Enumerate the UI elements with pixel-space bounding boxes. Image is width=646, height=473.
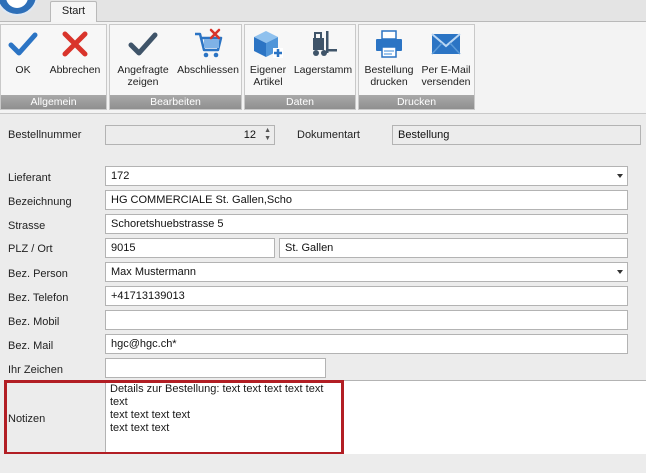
bestellung-drucken-button[interactable]: Bestellung drucken [361,28,417,96]
forklift-icon [307,28,339,60]
ok-button[interactable]: OK [5,28,41,96]
email-versenden-button[interactable]: Per E-Mail versenden [417,28,475,96]
eigener-artikel-button[interactable]: Eigener Artikel [247,28,289,96]
envelope-icon [430,28,462,60]
ribbon-group-allgemein: OK Abbrechen Allgemein [0,24,107,110]
plz-ort-label: PLZ / Ort [8,243,53,255]
lagerstamm-button[interactable]: Lagerstamm [291,28,355,96]
bezeichnung-field[interactable]: HG COMMERCIALE St. Gallen,Scho [105,190,628,210]
person-dropdown[interactable]: Max Mustermann [105,262,628,282]
telefon-label: Bez. Telefon [8,292,69,304]
notizen-textarea[interactable]: Details zur Bestellung: text text text t… [105,380,646,454]
checkmark-icon [7,28,39,60]
lieferant-label: Lieferant [8,172,51,184]
strasse-field[interactable]: Schoretshuebstrasse 5 [105,214,628,234]
person-value: Max Mustermann [111,266,196,278]
zeichen-field[interactable] [105,358,326,378]
notizen-label: Notizen [8,413,46,425]
cube-add-icon [252,28,284,60]
dokumentart-label: Dokumentart [297,129,360,141]
bottom-band [0,454,646,473]
strasse-label: Strasse [8,220,46,232]
mail-label: Bez. Mail [8,340,54,352]
close-icon [59,28,91,60]
chevron-down-icon[interactable] [617,174,623,178]
group-label-drucken: Drucken [359,95,474,109]
mail-field[interactable]: hgc@hgc.ch* [105,334,628,354]
group-label-daten: Daten [245,95,355,109]
lieferant-dropdown[interactable]: 172 [105,166,628,186]
app-menu-icon[interactable] [0,0,38,16]
lieferant-value: 172 [111,170,130,182]
ort-field[interactable]: St. Gallen [279,238,628,258]
bestellnummer-value: 12 [243,129,256,141]
group-label-bearbeiten: Bearbeiten [110,95,241,109]
group-label-allgemein: Allgemein [1,95,106,109]
plz-field[interactable]: 9015 [105,238,275,258]
person-label: Bez. Person [8,268,68,280]
chevron-down-icon[interactable] [617,270,623,274]
bezeichnung-label: Bezeichnung [8,196,72,208]
zeichen-label: Ihr Zeichen [8,364,64,376]
ribbon-tabstrip: Start [0,0,646,23]
ribbon-group-drucken: Bestellung drucken Per E-Mail versenden Dr… [358,24,475,110]
abschliessen-button[interactable]: Abschliessen [176,28,240,96]
ribbon-group-daten: Eigener Artikel Lagerstamm Daten [244,24,356,110]
mobil-label: Bez. Mobil [8,316,60,328]
ribbon: OK Abbrechen Allgemein Angefragtezeigen [0,22,646,114]
printer-icon [373,28,405,60]
abbrechen-button[interactable]: Abbrechen [45,28,105,96]
checkmark-dark-icon [127,28,159,60]
dokumentart-field: Bestellung [392,125,641,145]
tab-start[interactable]: Start [50,1,97,23]
spin-arrows-icon[interactable]: ▲ ▼ [264,127,271,143]
bestellnummer-label: Bestellnummer [8,129,82,141]
angefragte-zeigen-button[interactable]: Angefragte zeigen [112,28,174,96]
ribbon-group-bearbeiten: Angefragte zeigen Abschliessen Bearbeiten [109,24,242,110]
telefon-field[interactable]: +41713139013 [105,286,628,306]
cart-remove-icon [192,28,224,60]
bestellnummer-field[interactable]: 12 ▲ ▼ [105,125,275,145]
mobil-field[interactable] [105,310,628,330]
